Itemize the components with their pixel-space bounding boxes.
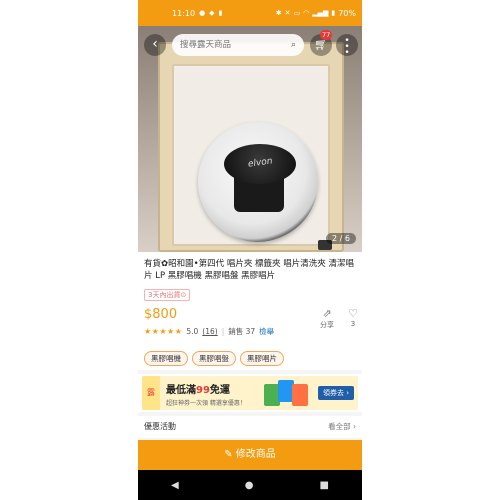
banner-text-post: 免運 bbox=[209, 385, 230, 396]
battery-level: 70% bbox=[338, 8, 356, 18]
claim-coupon-button[interactable]: 領券去 › bbox=[317, 386, 354, 400]
screen-frame: 11:10 ● ◆ ▮ ✱ ✕ ▭ ◠ ▂▄▆ ▮ 70% elvon ‹ 搜尋… bbox=[0, 0, 500, 500]
tag-chip[interactable]: 黑膠唱盤 bbox=[192, 351, 236, 366]
system-nav-bar: ◀ ● ■ bbox=[138, 470, 362, 500]
tag-chip[interactable]: 黑膠唱機 bbox=[144, 351, 188, 366]
heart-icon: ♡ bbox=[348, 307, 358, 320]
banner-subtext: 超狂神券一次領 精選享優惠！ bbox=[166, 400, 246, 407]
home-nav-icon[interactable]: ● bbox=[245, 480, 254, 491]
phone-screen: 11:10 ● ◆ ▮ ✱ ✕ ▭ ◠ ▂▄▆ ▮ 70% elvon ‹ 搜尋… bbox=[138, 0, 362, 500]
report-link[interactable]: 檢舉 bbox=[259, 326, 274, 337]
tag-chip[interactable]: 黑膠唱片 bbox=[240, 351, 284, 366]
see-all-link[interactable]: 看全部 › bbox=[328, 416, 356, 438]
more-options-button[interactable]: • • • bbox=[336, 34, 358, 58]
share-icon: ⇗ bbox=[322, 307, 332, 320]
coupon-cards-graphic bbox=[264, 380, 312, 406]
shipping-badge: 3天內出貨⊙ bbox=[144, 289, 191, 301]
coupon-card bbox=[292, 384, 308, 406]
edit-product-button[interactable]: ✎ 修改商品 bbox=[138, 440, 362, 470]
review-count-link[interactable]: (16) bbox=[202, 327, 217, 336]
price-row: $800 ★★★★★ 5.0 (16) | 銷售 37 檢舉 ⇗ 分享 ♡ 3 bbox=[144, 307, 358, 341]
search-placeholder: 搜尋露天商品 bbox=[180, 40, 232, 50]
image-counter: 2 / 6 bbox=[326, 233, 356, 244]
mute-icon: ✕ bbox=[284, 9, 291, 17]
status-left-icons: ● ◆ ▮ bbox=[199, 9, 222, 17]
volte-icon: ▭ bbox=[293, 9, 301, 17]
battery-icon: ▮ bbox=[331, 9, 336, 17]
promo-banner-card: 露 最低滿99免運 超狂神券一次領 精選享優惠！ 領券去 › bbox=[142, 376, 358, 410]
cart-count-badge: 77 bbox=[320, 30, 333, 40]
banner-text-pre: 最低滿 bbox=[166, 385, 196, 396]
banner-text-big: 99 bbox=[196, 385, 210, 396]
message-icon: ● bbox=[199, 9, 206, 17]
promo-banner[interactable]: 露 最低滿99免運 超狂神券一次領 精選享優惠！ 領券去 › bbox=[138, 374, 362, 412]
bluetooth-icon: ✱ bbox=[275, 9, 282, 17]
divider: | bbox=[221, 327, 225, 336]
banner-headline: 最低滿99免運 bbox=[166, 381, 230, 396]
like-count: 3 bbox=[350, 320, 356, 328]
search-icon[interactable]: ⌕ bbox=[291, 34, 296, 56]
tag-list: 黑膠唱機 黑膠唱盤 黑膠唱片 bbox=[144, 351, 356, 366]
share-label: 分享 bbox=[320, 321, 334, 329]
product-photo-box: elvon bbox=[172, 64, 330, 246]
like-button[interactable]: ♡ 3 bbox=[344, 307, 362, 328]
ruten-logo: 露 bbox=[142, 376, 160, 410]
status-right-icons: ✱ ✕ ▭ ◠ ▂▄▆ ▮ 70% bbox=[276, 9, 356, 18]
promotions-label: 優惠活動 bbox=[144, 422, 176, 431]
promotions-row[interactable]: 優惠活動 看全部 › bbox=[138, 416, 362, 438]
wifi-icon: ◠ bbox=[303, 9, 310, 17]
rating-stars: ★★★★★ bbox=[144, 327, 183, 336]
back-nav-icon[interactable]: ◀ bbox=[171, 480, 179, 491]
product-image-gallery[interactable]: elvon ‹ 搜尋露天商品 ⌕ 🛒︎ 77 • • • 2 / 6 bbox=[138, 26, 362, 252]
sold-count: 銷售 37 bbox=[228, 327, 256, 336]
product-info-panel: 有貨✿昭和園•第四代 唱片夾 標籤夾 唱片清洗夾 清潔唱片 LP 黑膠唱機 黑膠… bbox=[138, 252, 362, 370]
share-button[interactable]: ⇗ 分享 bbox=[318, 307, 336, 330]
product-photo: elvon bbox=[158, 42, 344, 252]
product-title: 有貨✿昭和園•第四代 唱片夾 標籤夾 唱片清洗夾 清潔唱片 LP 黑膠唱機 黑膠… bbox=[144, 259, 354, 281]
rating-value: 5.0 bbox=[186, 327, 199, 336]
status-bar: 11:10 ● ◆ ▮ ✱ ✕ ▭ ◠ ▂▄▆ ▮ 70% bbox=[138, 0, 362, 26]
more-vertical-icon: • • • bbox=[344, 36, 350, 58]
recent-apps-icon[interactable]: ■ bbox=[320, 480, 329, 491]
chat-icon: ◆ bbox=[209, 9, 215, 17]
signal-icon: ▂▄▆ bbox=[312, 9, 329, 17]
notification-icon: ▮ bbox=[218, 9, 223, 17]
back-button[interactable]: ‹ bbox=[144, 34, 166, 56]
status-time: 11:10 bbox=[172, 8, 196, 18]
search-input[interactable]: 搜尋露天商品 ⌕ bbox=[172, 34, 304, 56]
